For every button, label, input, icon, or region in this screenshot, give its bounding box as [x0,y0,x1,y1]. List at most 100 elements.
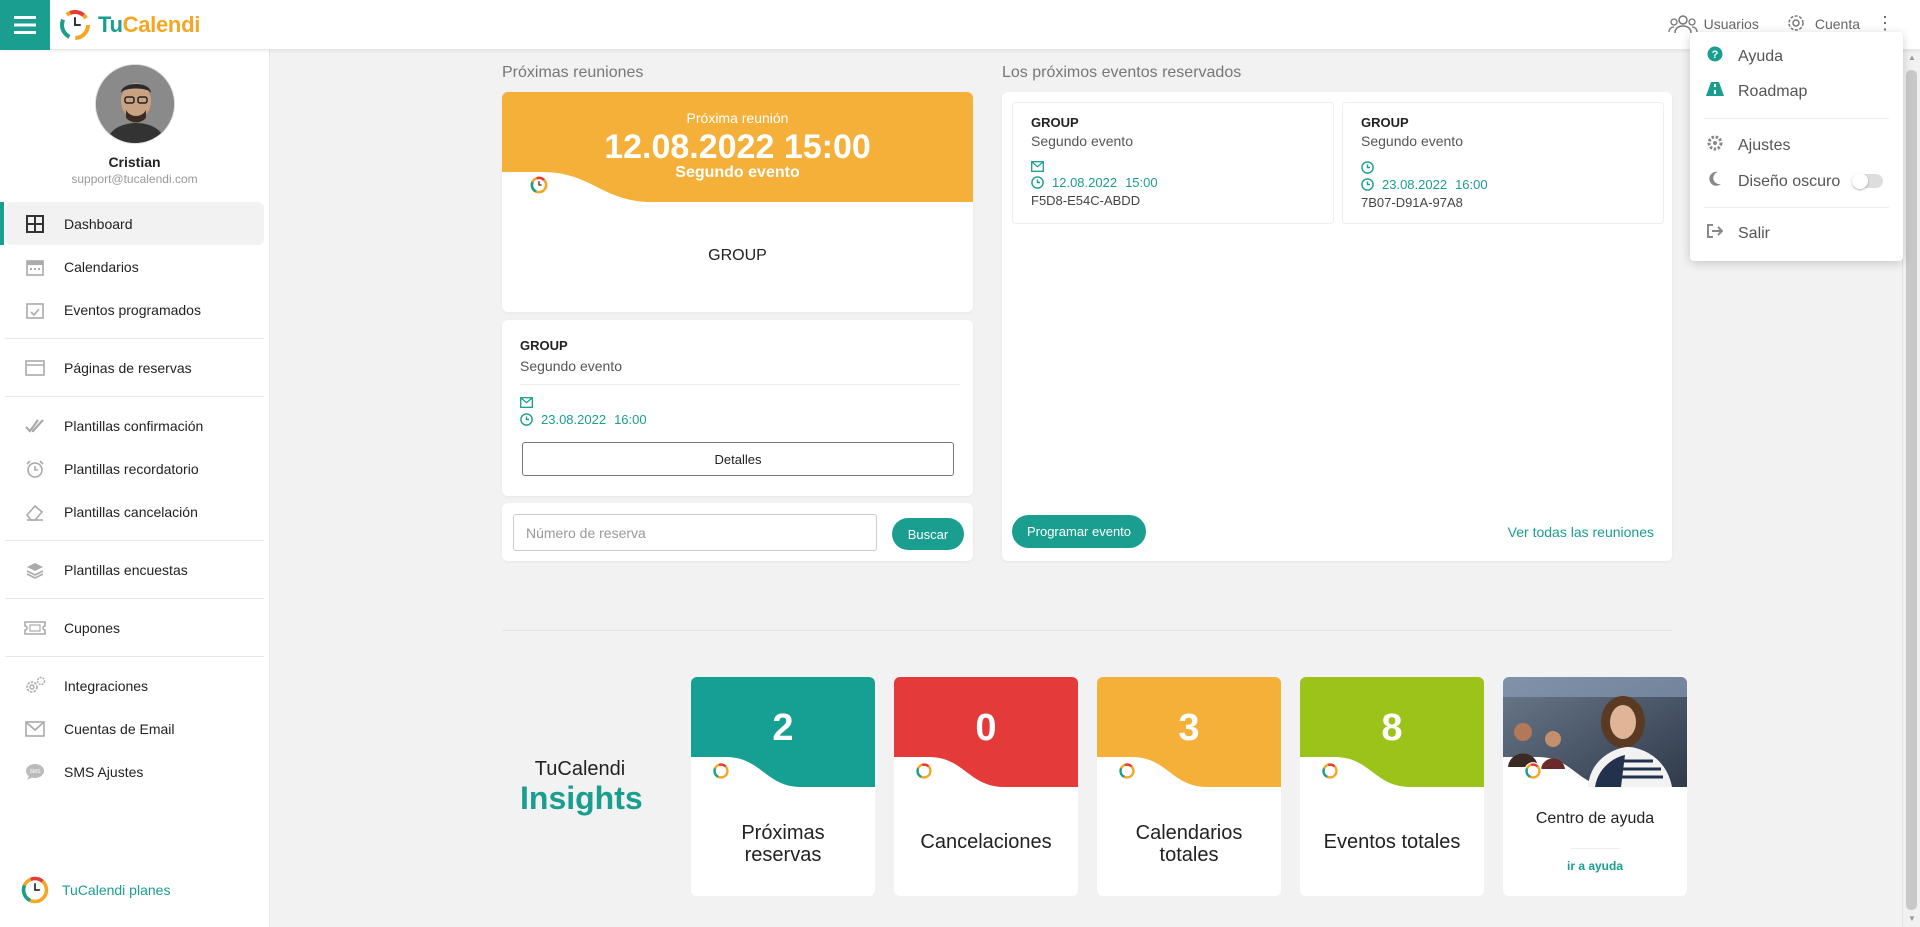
stat-label: Calendarios totales [1135,822,1243,866]
upcoming-event-card[interactable]: GROUP Segundo evento 12.08.2022 15:00 F5… [1012,102,1334,224]
sidebar-item-label: Cuentas de Email [64,720,175,737]
scroll-up-arrow-icon[interactable]: ▲ [1903,50,1920,66]
menu-item-dark-mode[interactable]: Diseño oscuro [1706,171,1840,192]
scrollbar-thumb[interactable] [1906,70,1917,910]
sidebar-item-label: SMS Ajustes [64,763,144,780]
alarm-clock-icon [24,458,46,480]
tucalendi-logo-icon [1117,761,1137,786]
meeting-date: 23.08.2022 [541,412,607,427]
event-datetime-row: 23.08.2022 16:00 [1361,177,1645,192]
menu-item-ajustes[interactable]: Ajustes [1706,135,1790,156]
svg-text:?: ? [1712,49,1719,61]
menu-item-label: Roadmap [1738,82,1808,100]
stat-value: 2 [772,707,794,749]
clock-icon [1361,178,1374,191]
sidebar-item-label: Plantillas encuestas [64,561,188,578]
schedule-event-button[interactable]: Programar evento [1012,515,1146,548]
tucalendi-logo-icon [21,876,49,904]
event-code: 7B07-D91A-97A8 [1361,195,1463,210]
tucalendi-logo-icon [528,174,550,201]
help-center-link[interactable]: ir a ayuda [1503,859,1687,873]
users-icon [1667,15,1698,34]
divider [520,384,960,385]
brand-name: TuCalendi [98,12,201,37]
account-label: Cuenta [1814,16,1860,32]
sidebar-divider [5,656,264,657]
featured-meeting-datetime: 12.08.2022 15:00 [604,128,871,166]
moon-icon [1706,171,1724,192]
eraser-icon [24,501,46,523]
sidebar-item-dashboard[interactable]: Dashboard [0,202,264,245]
dark-mode-toggle[interactable] [1852,173,1883,189]
calendar-icon [24,256,46,278]
avatar[interactable] [94,64,175,144]
stat-card-total-calendars[interactable]: 3 Calendarios totales [1097,677,1281,896]
sidebar-item-plantillas-recordatorio[interactable]: Plantillas recordatorio [0,447,269,490]
sidebar-item-plantillas-encuestas[interactable]: Plantillas encuestas [0,548,269,591]
page-scrollbar[interactable]: ▲ ▼ [1902,50,1920,927]
menu-item-label: Salir [1738,224,1771,242]
users-menu[interactable]: Usuarios [1667,14,1759,34]
featured-meeting-header: Próxima reunión 12.08.2022 15:00 Segundo… [502,92,973,207]
envelope-icon [520,397,533,408]
meeting-datetime-row: 23.08.2022 16:00 [520,412,960,427]
scroll-down-arrow-icon[interactable]: ▼ [1903,911,1920,927]
menu-item-roadmap[interactable]: Roadmap [1706,82,1807,101]
meeting-time: 16:00 [614,412,647,427]
help-center-card[interactable]: Centro de ayuda ir a ayuda [1503,677,1687,896]
sidebar-menu: Dashboard Calendarios Eventos programado… [0,202,269,793]
menu-item-label: Ajustes [1738,136,1791,154]
booking-number-input[interactable] [513,514,877,551]
help-circle-icon: ? [1706,46,1724,67]
sidebar-item-paginas-reservas[interactable]: Páginas de reservas [0,346,269,389]
sidebar-item-cuentas-email[interactable]: Cuentas de Email [0,707,269,750]
upcoming-event-card[interactable]: GROUP Segundo evento 23.08.2022 16:00 7B… [1342,102,1664,224]
svg-text:SMS: SMS [30,769,42,775]
sidebar-item-plantillas-confirmacion[interactable]: Plantillas confirmación [0,404,269,447]
account-menu[interactable]: Cuenta [1785,14,1860,34]
event-date: 23.08.2022 [1382,177,1448,192]
featured-meeting-card[interactable]: Próxima reunión 12.08.2022 15:00 Segundo… [502,92,973,312]
search-button[interactable]: Buscar [892,518,964,550]
event-email-row [1361,161,1645,174]
sidebar-item-sms-ajustes[interactable]: SMS SMS Ajustes [0,750,269,793]
tucalendi-logo-icon [914,761,934,786]
plans-link[interactable]: TuCalendi planes [20,875,170,905]
stat-card-cancellations[interactable]: 0 Cancelaciones [894,677,1078,896]
event-group: GROUP [1031,115,1079,130]
sidebar-item-label: Integraciones [64,677,149,694]
user-profile: Cristian support@tucalendi.com [0,50,269,186]
menu-toggle-button[interactable] [0,0,50,50]
tucalendi-logo-icon [1320,761,1340,786]
featured-meeting-event: Segundo evento [675,164,800,181]
upcoming-events-title: Los próximos eventos reservados [1002,64,1242,81]
profile-name: Cristian [108,154,161,170]
details-button[interactable]: Detalles [522,442,954,476]
next-meetings-title: Próximas reuniones [502,64,644,81]
menu-item-ayuda[interactable]: ? Ayuda [1706,46,1783,67]
menu-item-salir[interactable]: Salir [1706,224,1770,243]
insights-title-bottom: Insights [520,780,643,816]
stat-card-total-events[interactable]: 8 Eventos totales [1300,677,1484,896]
view-all-meetings-link[interactable]: Ver todas las reuniones [1508,524,1654,540]
meeting-group: GROUP [520,338,568,353]
stat-card-upcoming-bookings[interactable]: 2 Próximas reservas [691,677,875,896]
sidebar-divider [5,338,264,339]
logout-icon [1706,224,1724,243]
tucalendi-logo-icon [711,761,731,786]
sidebar-item-cupones[interactable]: Cupones [0,606,269,649]
sidebar-divider [5,540,264,541]
sidebar-item-integraciones[interactable]: Integraciones [0,664,269,707]
featured-meeting-group: GROUP [708,247,767,264]
sidebar-item-plantillas-cancelacion[interactable]: Plantillas cancelación [0,490,269,533]
sidebar-item-eventos-programados[interactable]: Eventos programados [0,288,269,331]
sms-bubble-icon: SMS [24,761,46,783]
sidebar-item-calendarios[interactable]: Calendarios [0,245,269,288]
event-name: Segundo evento [1361,133,1463,149]
clock-icon [520,413,533,426]
top-bar: TuCalendi Usuarios Cuenta ⋮ [0,0,1920,50]
more-options-icon[interactable]: ⋮ [1876,14,1894,32]
calendar-check-icon [24,299,46,321]
tucalendi-logo-icon [1523,761,1543,786]
brand-logo[interactable]: TuCalendi [58,8,200,42]
